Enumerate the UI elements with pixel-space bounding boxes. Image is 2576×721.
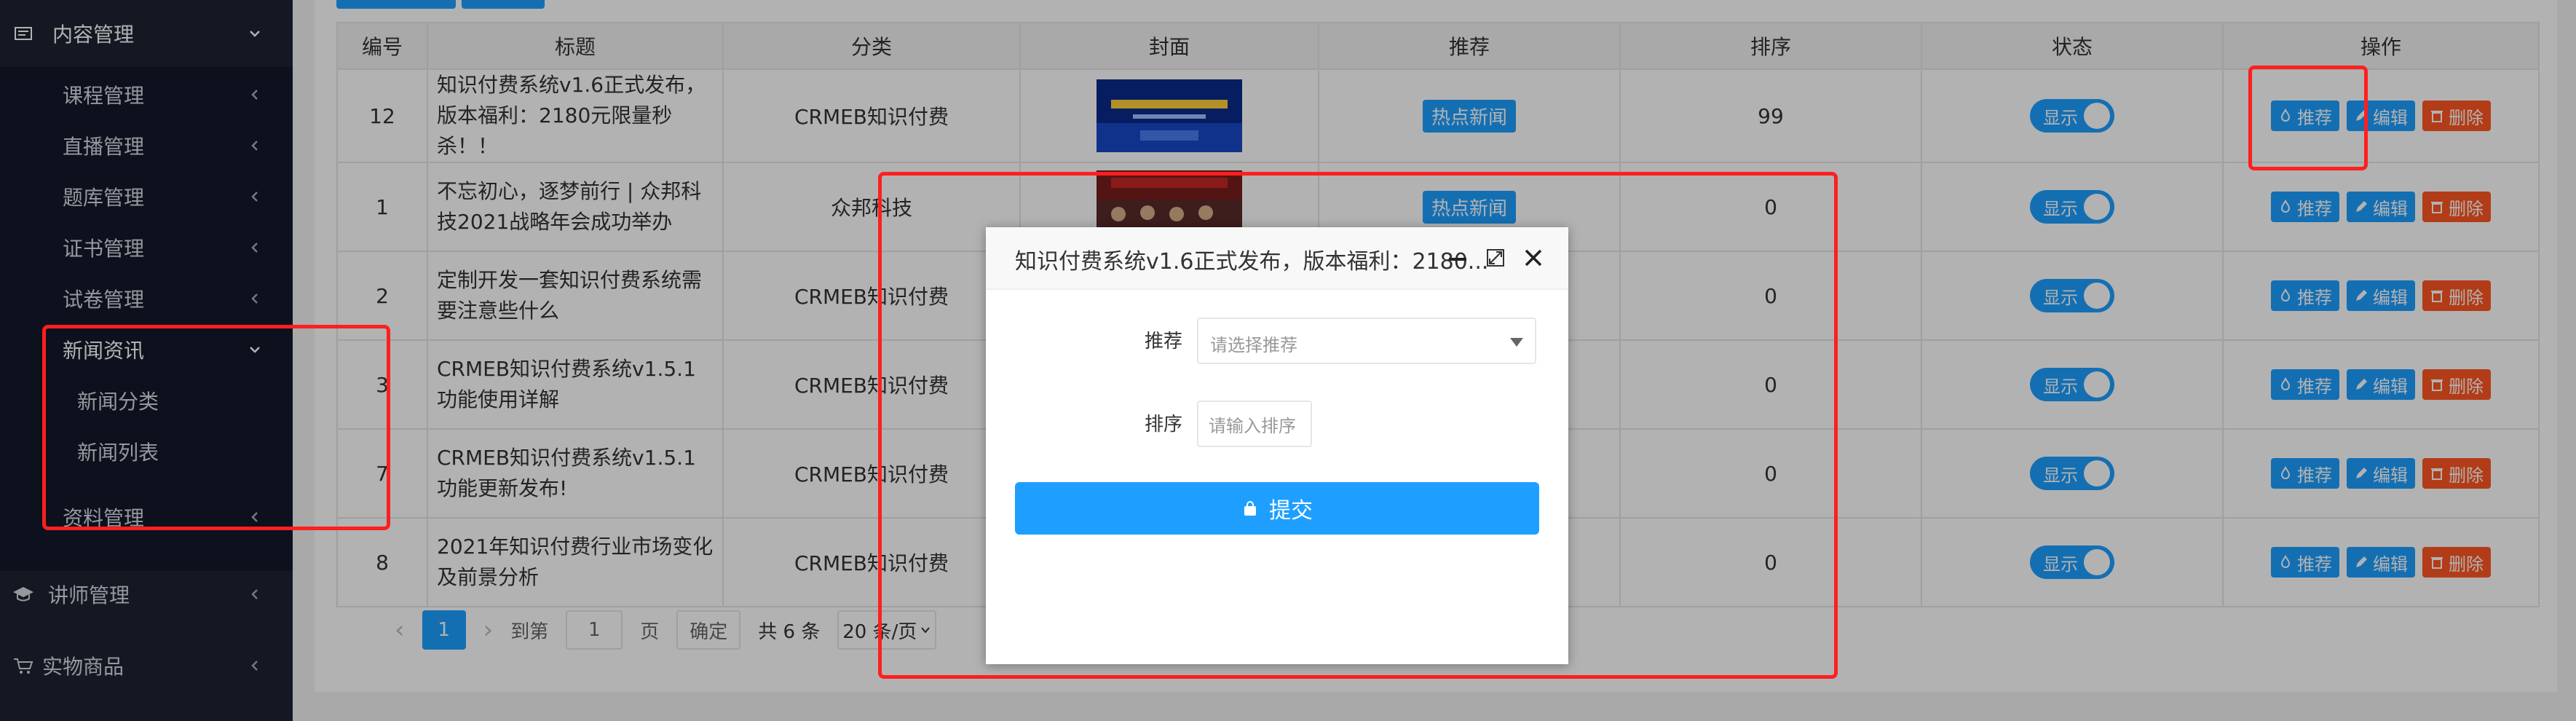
minimize-icon[interactable]	[1446, 246, 1469, 269]
submit-label: 提交	[1269, 498, 1313, 524]
recommend-dialog: 知识付费系统v1.6正式发布，版本福利：2180... 推荐 请选择推荐 排序 …	[986, 227, 1568, 664]
dialog-header: 知识付费系统v1.6正式发布，版本福利：2180...	[986, 227, 1568, 290]
sort-input[interactable]: 请输入排序	[1197, 401, 1312, 447]
recommend-label: 推荐	[1145, 331, 1183, 352]
submit-button[interactable]: 提交	[1015, 482, 1539, 535]
recommend-placeholder: 请选择推荐	[1210, 335, 1297, 355]
dialog-title: 知识付费系统v1.6正式发布，版本福利：2180...	[1015, 249, 1489, 275]
bag-icon	[1244, 501, 1256, 516]
annotation-box-sidebar	[42, 325, 390, 530]
maximize-icon[interactable]	[1484, 246, 1507, 269]
sort-label: 排序	[1145, 414, 1183, 436]
annotation-box-recommend	[2248, 66, 2368, 170]
caret-down-icon	[1510, 338, 1523, 347]
recommend-select[interactable]: 请选择推荐	[1197, 318, 1536, 364]
close-icon[interactable]	[1522, 246, 1545, 269]
